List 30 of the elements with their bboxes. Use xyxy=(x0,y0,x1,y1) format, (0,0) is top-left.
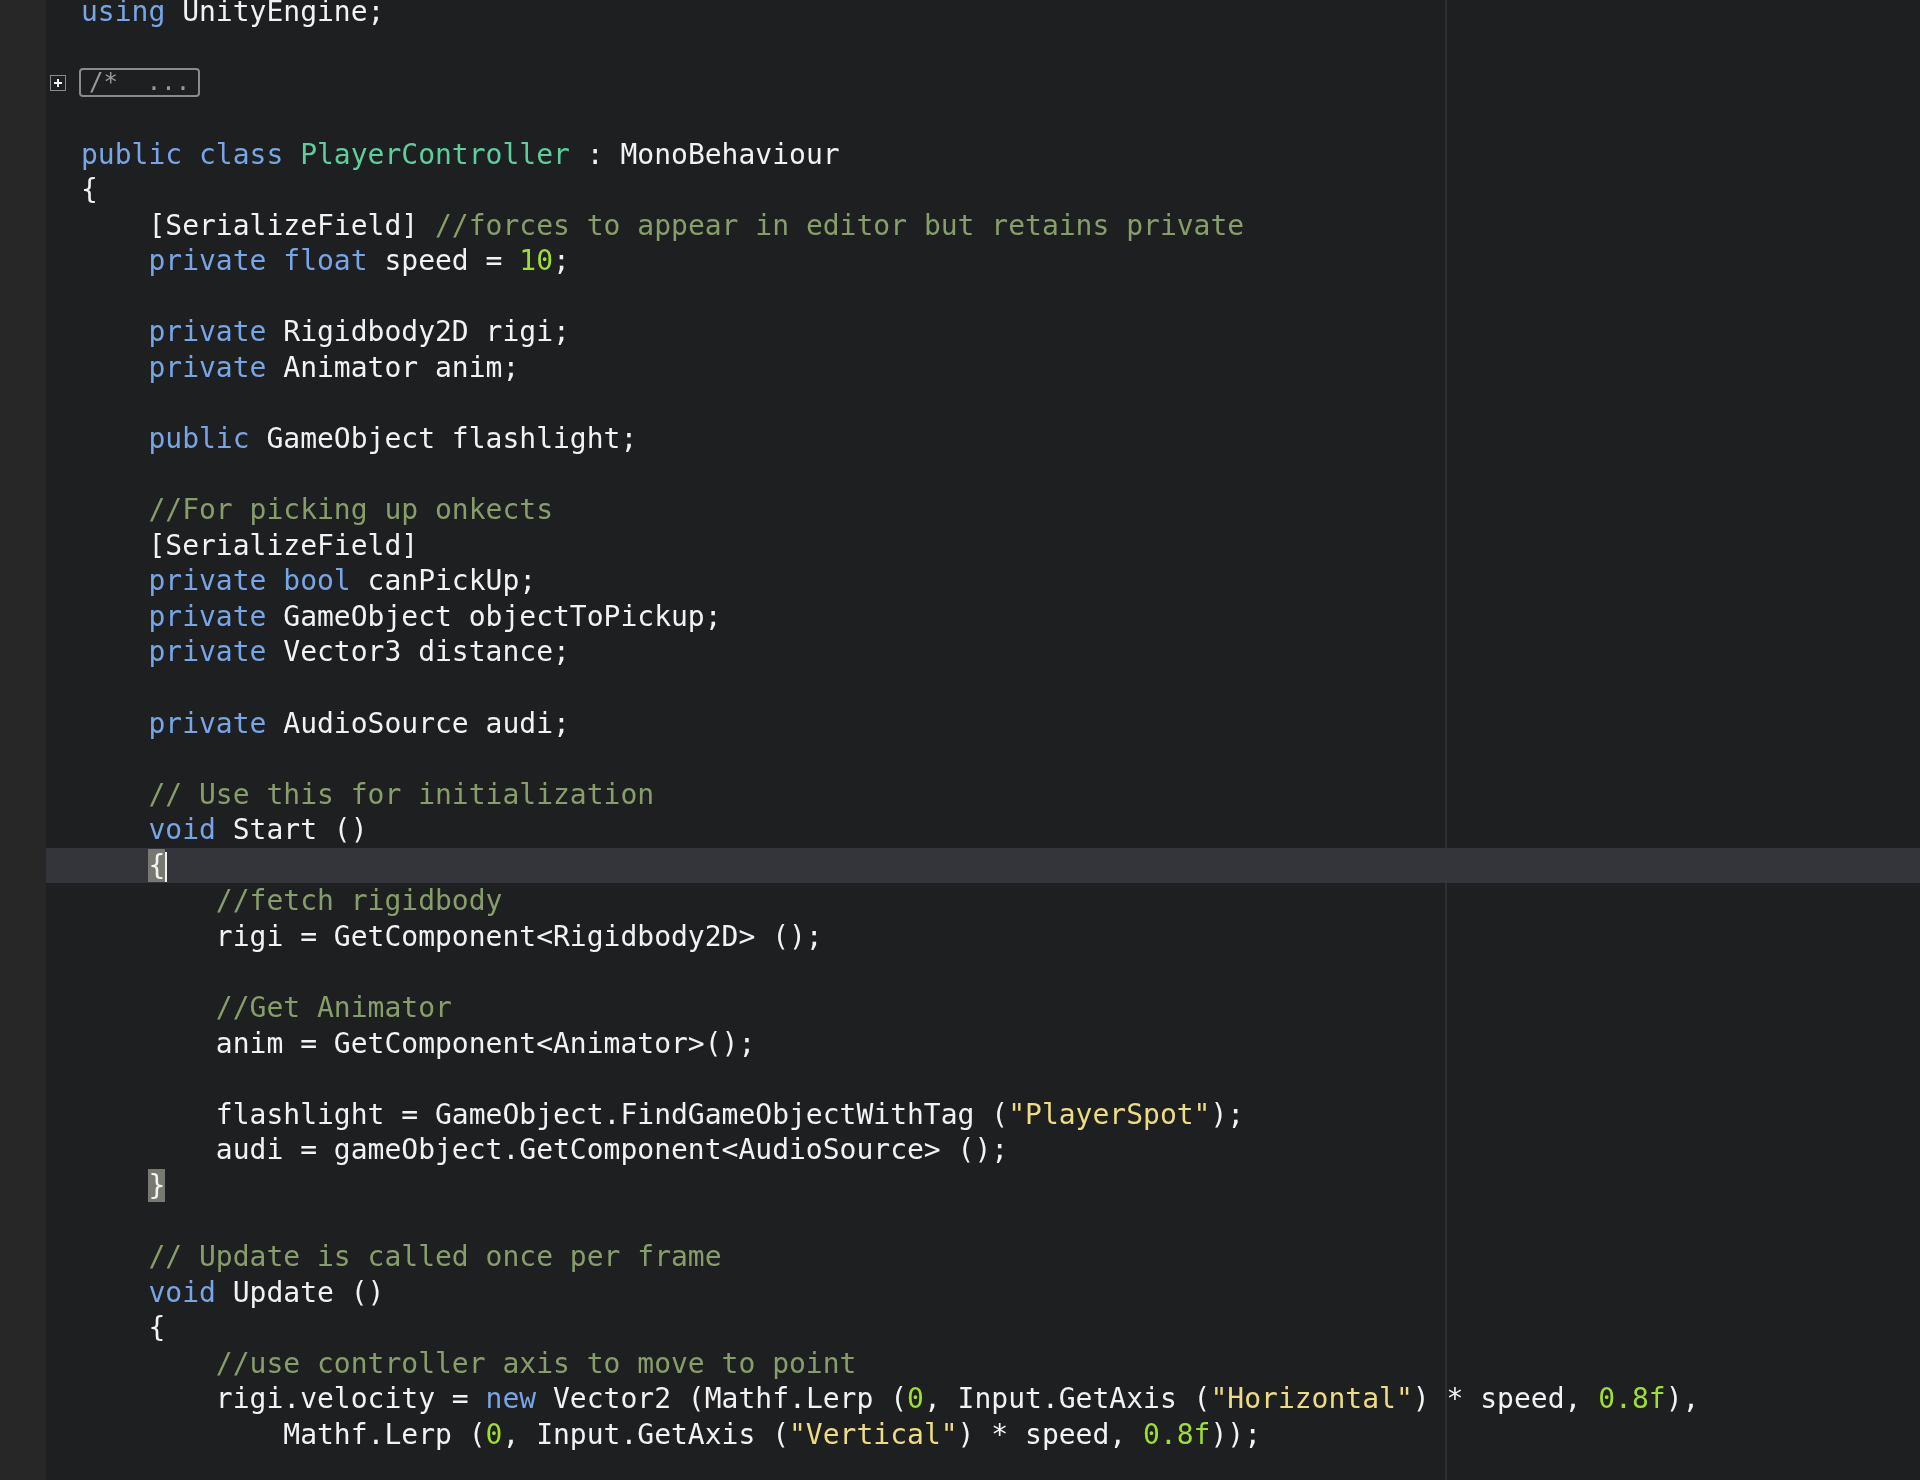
code-line: //use controller axis to move to point xyxy=(214,1345,857,1381)
code-line: private bool canPickUp; xyxy=(147,563,537,599)
code-line: //fetch rigidbody xyxy=(214,883,503,919)
code-line: anim = GetComponent<Animator>(); xyxy=(214,1025,756,1061)
code-line: private AudioSource audi; xyxy=(147,705,570,741)
folded-comment[interactable]: /* ... xyxy=(79,68,201,98)
code-line: // Use this for initialization xyxy=(147,776,655,812)
code-line: { xyxy=(147,1310,166,1346)
code-line: private GameObject objectToPickup; xyxy=(147,598,722,634)
code-line: // Update is called once per frame xyxy=(147,1238,722,1274)
code-line: using UnityEngine; xyxy=(81,0,385,30)
code-line: Mathf.Lerp (0, Input.GetAxis ("Vertical") * speed, 0.8f)); xyxy=(282,1416,1262,1452)
code-line: [SerializeField] xyxy=(147,527,419,563)
code-line: audi = gameObject.GetComponent<AudioSource> (); xyxy=(214,1132,1009,1168)
expand-icon[interactable] xyxy=(50,74,66,91)
code-line: void Update () xyxy=(147,1274,385,1310)
code-line: void Start () xyxy=(147,812,368,848)
code-line: flashlight = GameObject.FindGameObjectWithTag ("PlayerSpot"); xyxy=(214,1096,1245,1132)
code-line: private Animator anim; xyxy=(147,349,520,385)
code-line: //Get Animator xyxy=(214,990,452,1026)
code-line: private Vector3 distance; xyxy=(147,634,570,670)
code-line: { xyxy=(81,172,98,208)
code-line: [SerializeField] //forces to appear in editor but retains private xyxy=(147,207,1245,243)
code-line: //For picking up onkects xyxy=(147,492,553,528)
code-line: public GameObject flashlight; xyxy=(147,421,638,457)
code-line: private float speed = 10; xyxy=(147,243,570,279)
code-line: rigi.velocity = new Vector2 (Mathf.Lerp (0, Input.GetAxis ("Horizontal") * speed, 0.8f), xyxy=(214,1381,1700,1417)
code-line: rigi = GetComponent<Rigidbody2D> (); xyxy=(214,918,823,954)
code-line: private Rigidbody2D rigi; xyxy=(147,314,570,350)
code-line: public class PlayerController : MonoBehaviour xyxy=(81,136,840,172)
